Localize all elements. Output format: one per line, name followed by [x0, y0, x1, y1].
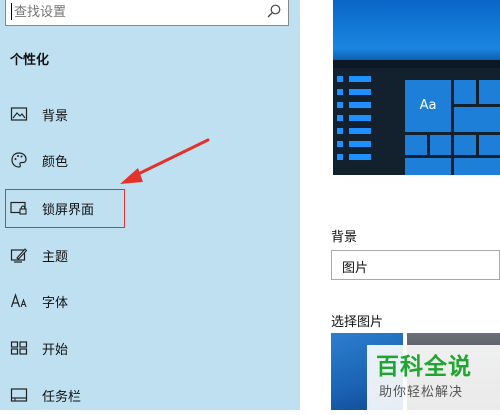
sidebar-item-start[interactable]: 开始: [0, 328, 300, 368]
sidebar-item-label: 任务栏: [42, 390, 82, 405]
sidebar-item-taskbar[interactable]: 任务栏: [0, 375, 300, 415]
highlight-box: [5, 189, 125, 228]
preview-list-icon: [337, 115, 343, 121]
sidebar-item-label: 开始: [42, 343, 69, 358]
preview-list-icon: [337, 76, 343, 82]
sidebar-item-background[interactable]: 背景: [0, 94, 300, 134]
preview-tile: [454, 107, 500, 132]
search-icon[interactable]: [266, 3, 282, 19]
preview-list-icon: [337, 89, 343, 95]
preview-tile: [454, 80, 476, 104]
preview-tile: [479, 135, 500, 155]
search-input[interactable]: [14, 2, 254, 22]
preview-tile: [479, 80, 500, 104]
sidebar-item-themes[interactable]: 主题: [0, 235, 300, 275]
preview-tile-aa: Aa: [405, 80, 451, 132]
preview-list-line: [349, 102, 371, 108]
theme-icon: [10, 248, 28, 263]
preview-desktop: [333, 0, 500, 60]
palette-icon: [11, 152, 27, 168]
text-caret: [11, 3, 12, 20]
choose-picture-label: 选择图片: [331, 315, 384, 330]
preview-list-line: [349, 154, 371, 160]
start-icon: [10, 341, 28, 355]
search-box[interactable]: [5, 0, 289, 26]
preview-tile: [405, 135, 427, 155]
background-label: 背景: [331, 230, 358, 245]
preview-list-icon: [337, 102, 343, 108]
image-icon: [10, 107, 28, 121]
preview-list-line: [349, 76, 371, 82]
preview-list-line: [349, 141, 371, 147]
watermark: 百科全说 助你轻松解决: [367, 345, 500, 410]
annotation-arrow: [120, 138, 210, 184]
preview-list-line: [349, 115, 371, 121]
preview-list-icon: [337, 154, 343, 160]
watermark-subtitle: 助你轻松解决: [379, 385, 464, 400]
preview-tile: [430, 135, 451, 155]
watermark-title: 百科全说: [376, 354, 472, 380]
preview-tile: [454, 135, 476, 155]
background-select[interactable]: 图片: [331, 250, 500, 280]
preview-tile: [454, 158, 500, 175]
preview-list-line: [349, 89, 371, 95]
sidebar-item-label: 背景: [42, 109, 69, 124]
preview-list-icon: [337, 141, 343, 147]
sidebar-item-label: 主题: [42, 250, 69, 265]
lock-screen-preview: Aa: [333, 0, 500, 175]
preview-list-line: [349, 128, 371, 134]
section-title: 个性化: [10, 53, 50, 68]
sidebar-item-label: 颜色: [42, 155, 69, 170]
font-icon: [10, 293, 27, 308]
taskbar-icon: [10, 388, 28, 402]
preview-list-icon: [337, 128, 343, 134]
preview-tile: [405, 158, 451, 175]
settings-sidebar: 个性化 背景 颜色 锁屏界面 主题: [0, 0, 300, 410]
sidebar-item-label: 字体: [42, 296, 69, 311]
sidebar-item-fonts[interactable]: 字体: [0, 281, 300, 321]
background-select-value: 图片: [342, 261, 369, 276]
